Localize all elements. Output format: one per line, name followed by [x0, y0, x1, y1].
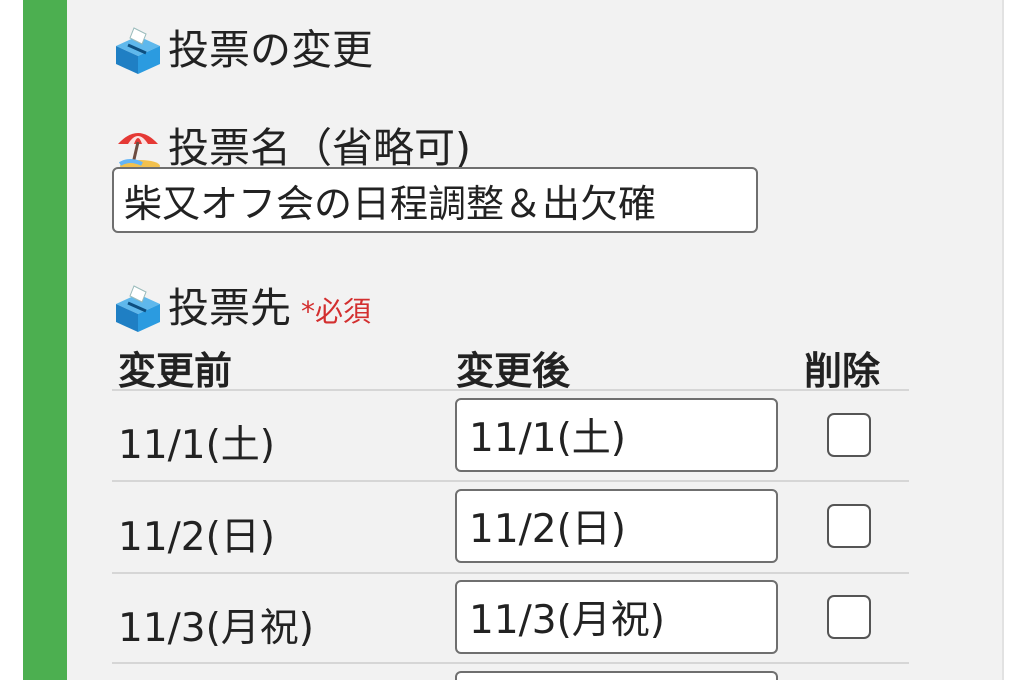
column-header-delete: 削除 — [804, 349, 881, 393]
row-delete-checkbox[interactable] — [827, 413, 871, 457]
row-before-value: 11/2(日) — [118, 515, 276, 560]
destinations-label: 投票先 *必須 — [112, 282, 371, 334]
accent-bar — [23, 0, 67, 680]
row-after-input[interactable] — [455, 580, 778, 654]
row-after-input-partial[interactable] — [455, 671, 778, 680]
table-divider — [112, 572, 909, 574]
column-header-before: 変更前 — [118, 349, 233, 393]
table-divider — [112, 480, 909, 482]
poll-name-input[interactable] — [112, 167, 758, 233]
required-marker: *必須 — [301, 295, 372, 328]
section-heading-edit-poll: 投票の変更 — [112, 24, 373, 76]
row-after-input[interactable] — [455, 489, 778, 563]
destinations-label-text: 投票先 — [168, 283, 291, 332]
table-divider — [112, 389, 909, 391]
table-divider — [112, 662, 909, 664]
row-after-input[interactable] — [455, 398, 778, 472]
section-title: 投票の変更 — [168, 25, 373, 74]
row-delete-checkbox[interactable] — [827, 504, 871, 548]
ballot-box-icon — [116, 27, 160, 74]
row-before-value: 11/3(月祝) — [118, 606, 315, 651]
column-header-after: 変更後 — [456, 349, 571, 393]
poll-name-label-text: 投票名（省略可) — [168, 123, 471, 172]
row-delete-checkbox[interactable] — [827, 595, 871, 639]
row-before-value: 11/1(土) — [118, 423, 276, 468]
ballot-box-icon — [116, 285, 160, 332]
